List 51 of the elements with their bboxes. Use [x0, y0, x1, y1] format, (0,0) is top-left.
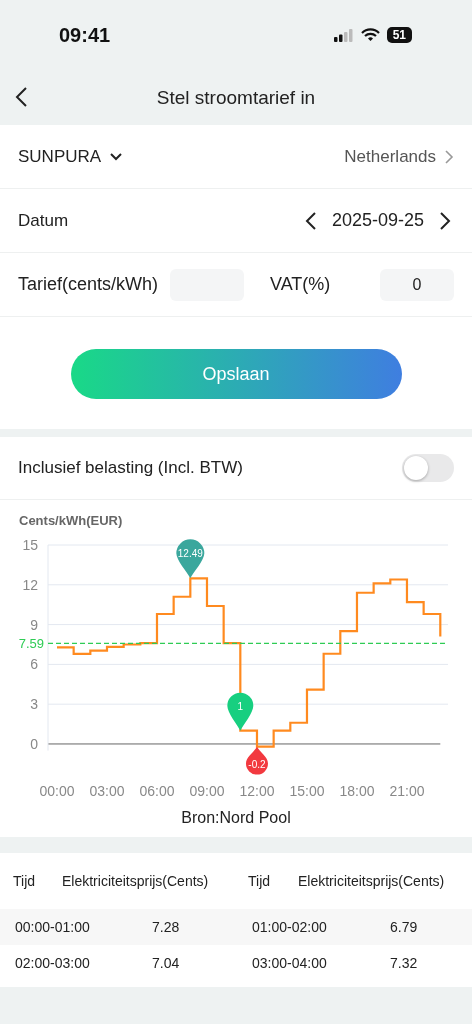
x-tick-label: 03:00	[89, 783, 125, 799]
chevron-right-icon	[444, 148, 454, 165]
date-value: 2025-09-25	[331, 210, 424, 231]
average-label: 7.59	[18, 636, 44, 652]
column-header: Tijd	[13, 873, 37, 889]
battery-icon: 51	[386, 27, 412, 43]
marker-value: 12.49	[177, 548, 203, 560]
y-tick-label: 0	[30, 735, 38, 752]
x-tick-label: 12:00	[239, 783, 275, 799]
y-tick-label: 15	[22, 537, 38, 553]
x-tick-label: 09:00	[189, 783, 225, 799]
x-tick-label: 06:00	[139, 783, 175, 799]
table-cell-text: 7.04	[152, 955, 181, 971]
tariff-label: Tarief(cents/kWh)	[18, 274, 159, 295]
y-tick-label: 3	[30, 696, 38, 713]
provider-dropdown[interactable]: SUNPURA	[18, 146, 124, 167]
vat-label: VAT(%)	[270, 274, 331, 295]
chevron-down-icon	[109, 151, 124, 162]
tax-toggle[interactable]	[402, 454, 454, 482]
column-header: Elektriciteitsprijs(Cents)	[298, 873, 446, 889]
marker-value: -0.2	[248, 758, 266, 770]
table-cell-text: 03:00-04:00	[252, 955, 328, 971]
y-tick-label: 6	[30, 656, 38, 673]
value-marker	[246, 746, 268, 775]
column-header: Tijd	[248, 873, 272, 889]
country-selector[interactable]: Netherlands	[344, 146, 454, 167]
table-cell-text: 01:00-02:00	[252, 919, 328, 935]
data-source: Bron:Nord Pool	[180, 809, 292, 827]
table-cell-text: 7.32	[390, 955, 419, 971]
y-tick-label: 12	[22, 576, 38, 593]
vat-input[interactable]: 0	[380, 268, 454, 301]
tax-label: Inclusief belasting (Incl. BTW)	[18, 458, 243, 478]
y-tick-label: 9	[30, 616, 38, 633]
x-tick-label: 00:00	[39, 783, 75, 799]
column-header: Elektriciteitsprijs(Cents)	[62, 873, 210, 889]
value-marker	[176, 539, 205, 579]
date-label: Datum	[18, 210, 69, 231]
signal-icon	[333, 28, 354, 42]
marker-value: 1	[237, 700, 244, 712]
page-title: Stel stroomtarief in	[156, 86, 316, 109]
wifi-icon	[360, 28, 380, 42]
x-tick-label: 21:00	[389, 783, 425, 799]
y-axis-label: Cents/kWh(EUR)	[19, 513, 123, 528]
table-cell-text: 7.28	[152, 919, 181, 935]
table-cell-text: 6.79	[390, 919, 419, 935]
value-marker	[227, 692, 254, 731]
table-cell-text: 00:00-01:00	[15, 919, 91, 935]
status-time: 09:41	[59, 23, 111, 47]
table-cell-text: 02:00-03:00	[15, 955, 91, 971]
x-tick-label: 18:00	[339, 783, 375, 799]
x-tick-label: 15:00	[289, 783, 325, 799]
